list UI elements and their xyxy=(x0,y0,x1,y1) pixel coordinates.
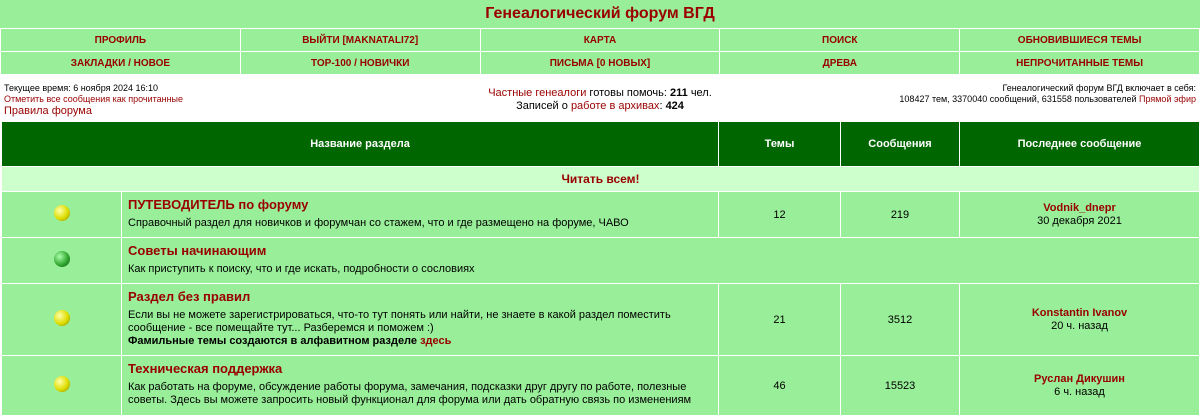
yellow-bulb-icon xyxy=(53,376,70,392)
last-post-date: 6 ч. назад xyxy=(1054,385,1105,398)
genealogists-unit: чел. xyxy=(687,87,712,99)
info-left: Текущее время: 6 ноября 2024 16:10 Отмет… xyxy=(4,83,183,118)
last-post-date: 30 декабря 2021 xyxy=(1037,214,1122,227)
forum-row: Раздел без правил Если вы не можете заре… xyxy=(1,283,1200,356)
green-bulb-icon xyxy=(53,251,70,267)
family-topics-link[interactable]: здесь xyxy=(420,335,451,347)
nav-unread-topics[interactable]: НЕПРОЧИТАННЫЕ ТЕМЫ xyxy=(959,51,1200,75)
forum-posts-count: 219 xyxy=(840,191,960,238)
archive-records-text: Записей о xyxy=(516,100,571,112)
forum-topics-count: 12 xyxy=(718,191,841,238)
forum-description: Справочный раздел для новичков и форумча… xyxy=(128,217,629,229)
last-post-author[interactable]: Vodnik_dnepr xyxy=(960,202,1199,215)
forum-title-no-rules[interactable]: Раздел без правил xyxy=(128,289,712,305)
forum-extra: Фамильные темы создаются в алфавитном ра… xyxy=(128,335,712,348)
table-header-row: Название раздела Темы Сообщения Последне… xyxy=(1,121,1200,167)
private-genealogists-link[interactable]: Частные генеалоги xyxy=(488,87,586,99)
forum-stats: 108427 тем, 3370040 сообщений, 631558 по… xyxy=(899,94,1139,104)
archive-records-count: 424 xyxy=(665,100,684,112)
nav-map[interactable]: КАРТА xyxy=(479,28,721,52)
live-feed-link[interactable]: Прямой эфир xyxy=(1139,94,1196,104)
info-center: Частные генеалоги готовы помочь: 211 чел… xyxy=(380,87,820,113)
yellow-bulb-icon xyxy=(53,205,70,221)
forum-topics-count: 21 xyxy=(718,283,841,356)
nav-search[interactable]: ПОИСК xyxy=(719,28,961,52)
nav-messages[interactable]: ПИСЬМА [0 НОВЫХ] xyxy=(479,51,721,75)
current-time: Текущее время: 6 ноября 2024 16:10 xyxy=(4,83,159,93)
forum-description: Как работать на форуме, обсуждение работ… xyxy=(128,381,692,406)
nav-trees[interactable]: ДРЕВА xyxy=(719,51,961,75)
forum-description: Как приступить к поиску, что и где искат… xyxy=(128,263,475,275)
forum-rules-link[interactable]: Правила форума xyxy=(4,105,183,118)
forum-row: ПУТЕВОДИТЕЛЬ по форуму Справочный раздел… xyxy=(1,191,1200,238)
forum-includes-text: Генеалогический форум ВГД включает в себ… xyxy=(1002,83,1196,93)
forum-posts-count: 3512 xyxy=(840,283,960,356)
header-posts: Сообщения xyxy=(840,121,960,167)
nav-updated-topics[interactable]: ОБНОВИВШИЕСЯ ТЕМЫ xyxy=(959,28,1200,52)
info-right: Генеалогический форум ВГД включает в себ… xyxy=(876,83,1196,105)
info-bar: Текущее время: 6 ноября 2024 16:10 Отмет… xyxy=(0,75,1200,125)
header-topics: Темы xyxy=(718,121,841,167)
forum-description: Если вы не можете зарегистрироваться, чт… xyxy=(128,309,671,334)
nav-top100[interactable]: TOP-100 / НОВИЧКИ xyxy=(239,51,481,75)
forum-last-post: Руслан Дикушин 6 ч. назад xyxy=(959,355,1200,416)
forum-last-post: Konstantin Ivanov 20 ч. назад xyxy=(959,283,1200,356)
forum-row: Техническая поддержка Как работать на фо… xyxy=(1,355,1200,416)
forum-title-support[interactable]: Техническая поддержка xyxy=(128,361,712,377)
family-topics-text: Фамильные темы создаются в алфавитном ра… xyxy=(128,335,421,347)
header: Генеалогический форум ВГД ПРОФИЛЬ ВЫЙТИ … xyxy=(0,0,1200,75)
site-title[interactable]: Генеалогический форум ВГД xyxy=(0,0,1200,28)
header-last-post: Последнее сообщение xyxy=(959,121,1200,167)
nav-bookmarks[interactable]: ЗАКЛАДКИ / НОВОЕ xyxy=(0,51,241,75)
category-row: Читать всем! xyxy=(1,166,1200,192)
forum-title-beginners[interactable]: Советы начинающим xyxy=(128,243,1193,259)
mark-all-read-link[interactable]: Отметить все сообщения как прочитанные xyxy=(4,94,183,105)
last-post-date: 20 ч. назад xyxy=(1051,319,1108,332)
forum-last-post: Vodnik_dnepr 30 декабря 2021 xyxy=(959,191,1200,238)
forum-topics-count: 46 xyxy=(718,355,841,416)
nav-menu: ПРОФИЛЬ ВЫЙТИ [MAKNATALI72] КАРТА ПОИСК … xyxy=(0,28,1200,75)
last-post-author[interactable]: Руслан Дикушин xyxy=(960,373,1199,386)
nav-profile[interactable]: ПРОФИЛЬ xyxy=(0,28,241,52)
last-post-author[interactable]: Konstantin Ivanov xyxy=(960,307,1199,320)
archive-work-link[interactable]: работе в архивах xyxy=(571,100,660,112)
yellow-bulb-icon xyxy=(53,310,70,326)
forum-list: Название раздела Темы Сообщения Последне… xyxy=(0,121,1200,416)
genealogists-text: готовы помочь: xyxy=(586,87,671,99)
nav-logout[interactable]: ВЫЙТИ [MAKNATALI72] xyxy=(239,28,481,52)
category-title[interactable]: Читать всем! xyxy=(1,166,1200,192)
forum-posts-count: 15523 xyxy=(840,355,960,416)
forums-table: Название раздела Темы Сообщения Последне… xyxy=(1,121,1200,416)
forum-title-guide[interactable]: ПУТЕВОДИТЕЛЬ по форуму xyxy=(128,197,712,213)
forum-row: Советы начинающим Как приступить к поиск… xyxy=(1,237,1200,284)
genealogists-count: 211 xyxy=(670,87,688,99)
header-section-name: Название раздела xyxy=(1,121,719,167)
